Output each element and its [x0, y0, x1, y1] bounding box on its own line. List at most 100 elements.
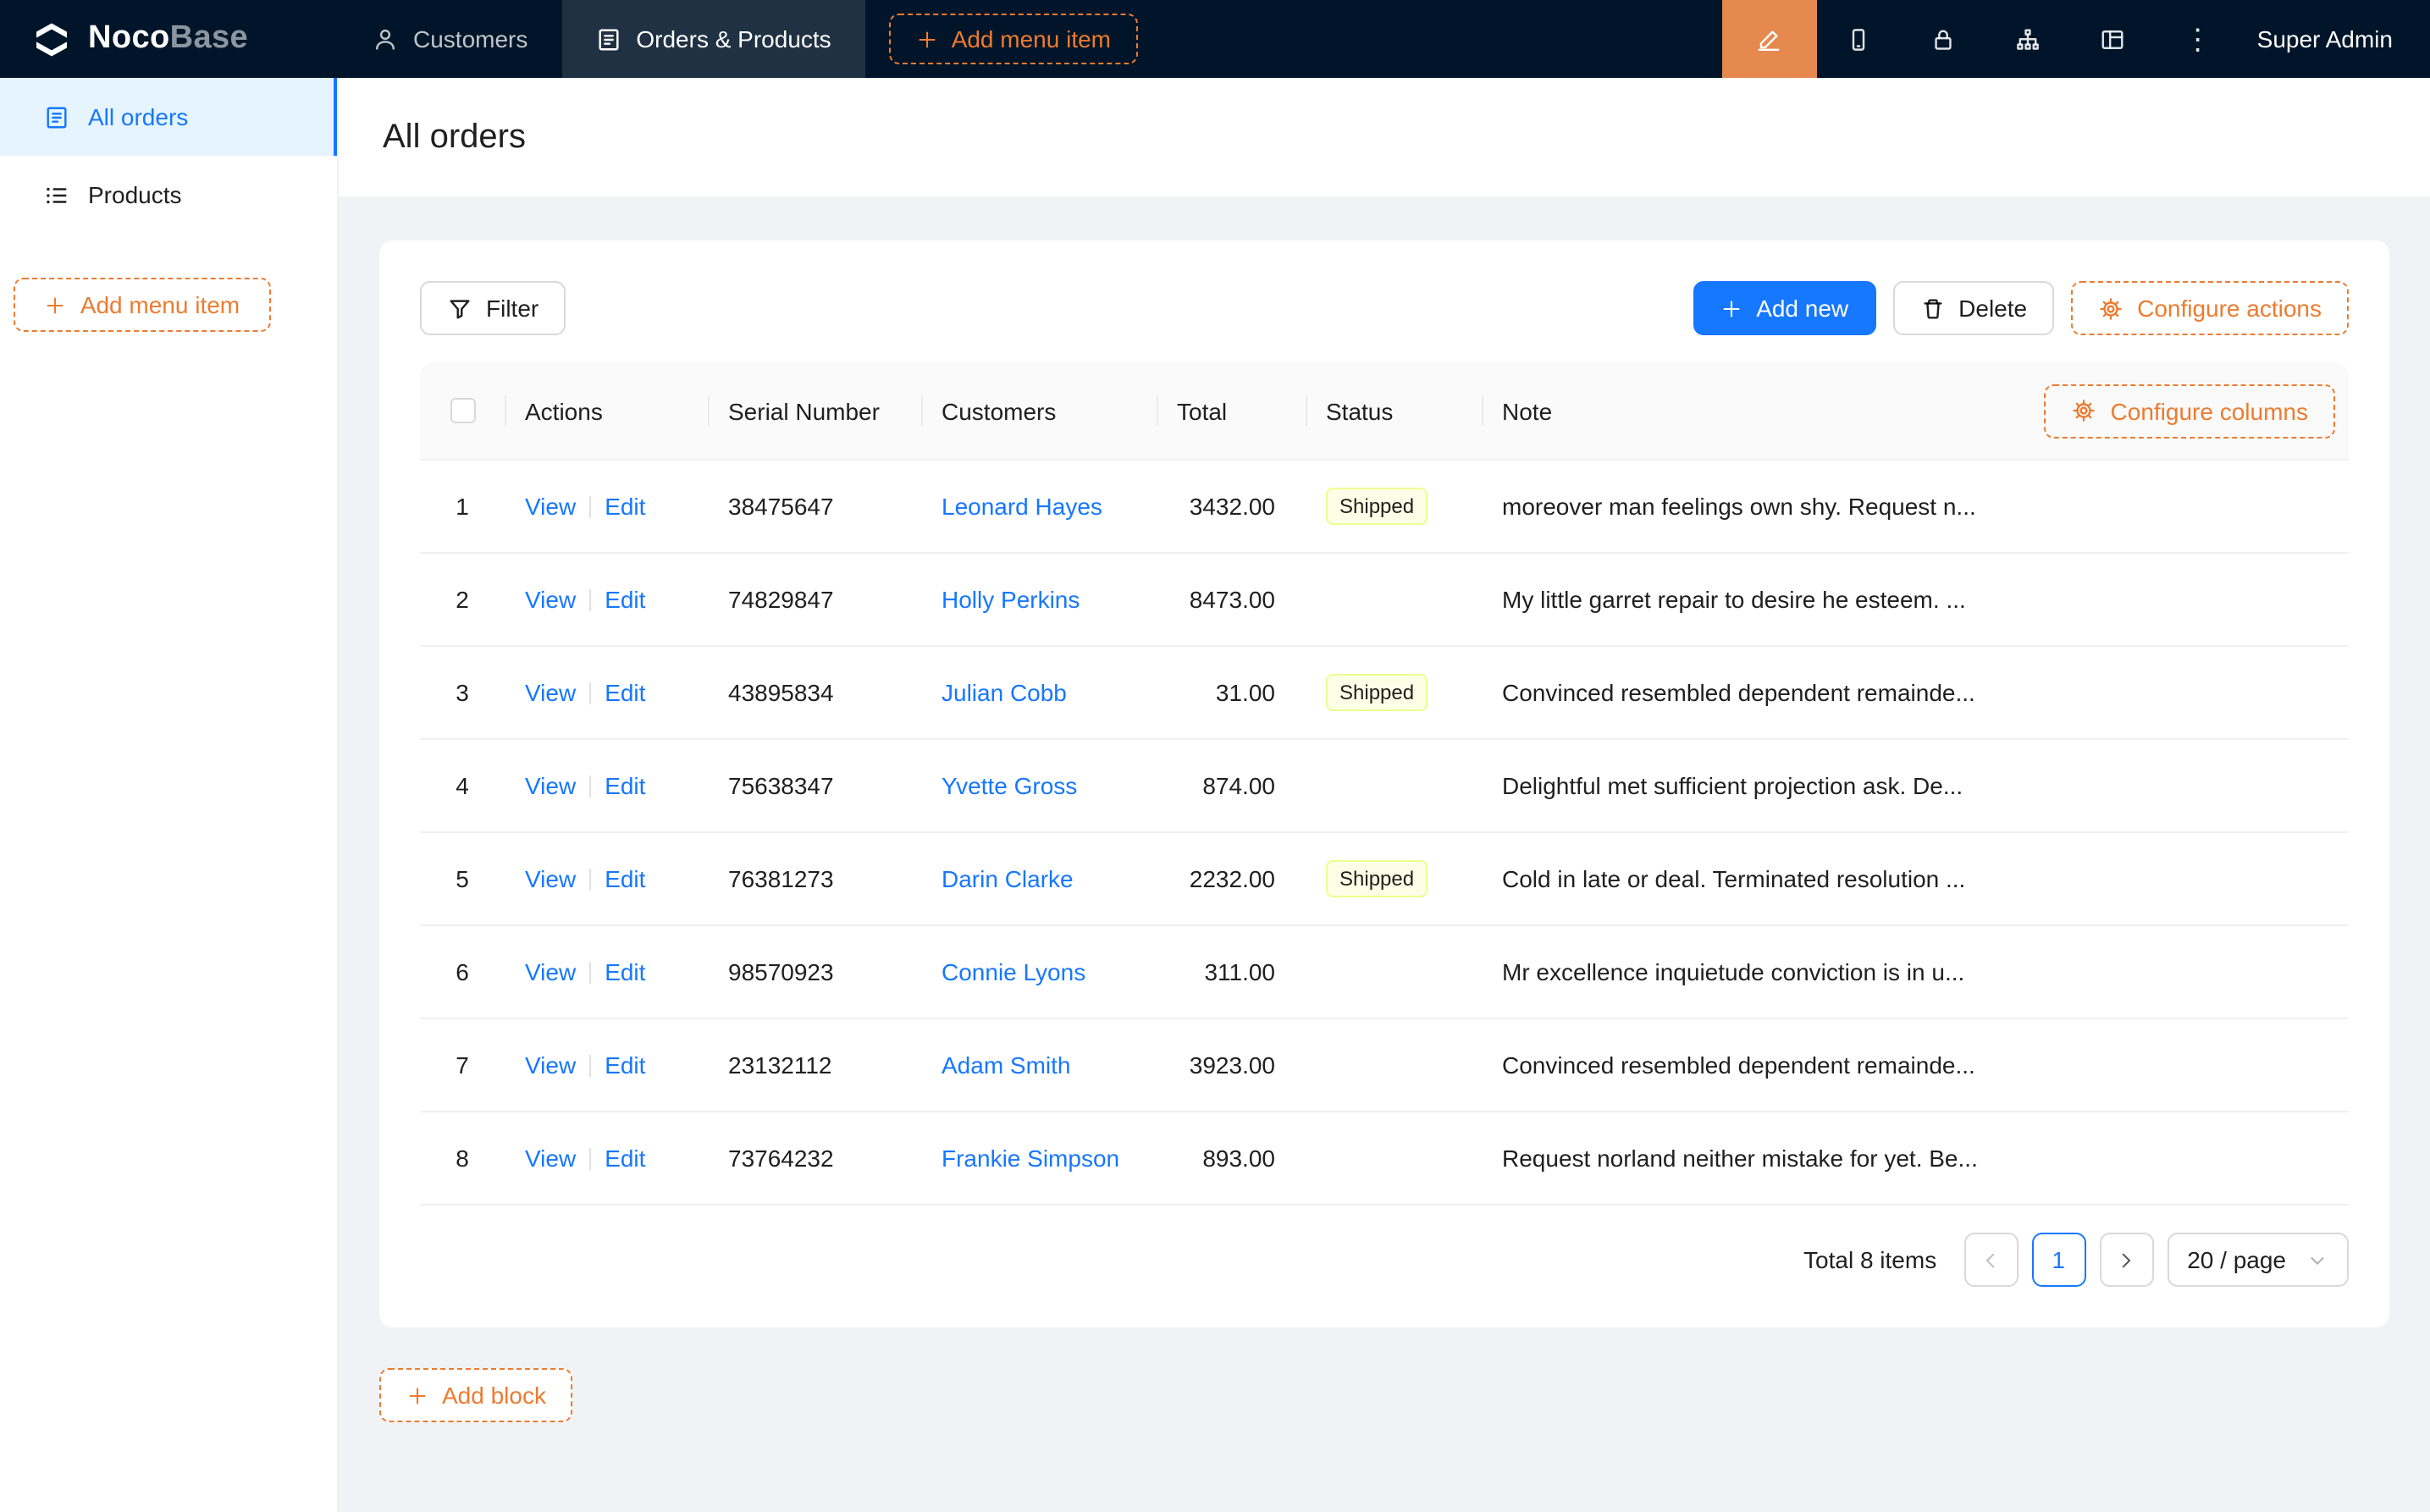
pagination-page-1[interactable]: 1: [2031, 1233, 2085, 1287]
table-row: 3 ViewEdit 43895834 Julian Cobb 31.00 Sh…: [420, 647, 2349, 740]
workflow-button[interactable]: [1986, 0, 2071, 78]
total-cell: 3432.00: [1157, 493, 1306, 520]
plugins-button[interactable]: [2071, 0, 2156, 78]
mobile-button[interactable]: [1817, 0, 1902, 78]
users-icon: [373, 26, 398, 52]
view-link[interactable]: View: [525, 679, 576, 706]
page-size-select[interactable]: 20 / page: [2167, 1233, 2349, 1287]
configure-actions-button[interactable]: Configure actions: [2071, 281, 2349, 335]
mobile-icon: [1847, 26, 1872, 52]
plus-icon: [1720, 297, 1742, 319]
customer-link[interactable]: Adam Smith: [942, 1051, 1071, 1079]
customer-cell: Julian Cobb: [921, 679, 1157, 706]
serial-number-cell: 43895834: [708, 679, 921, 706]
view-link[interactable]: View: [525, 493, 576, 520]
pagination-next-button[interactable]: [2099, 1233, 2153, 1287]
note-cell: Convinced resembled dependent remainde..…: [1482, 1051, 2349, 1079]
edit-link[interactable]: Edit: [605, 586, 645, 613]
serial-number-cell: 98570923: [708, 958, 921, 985]
more-menu-button[interactable]: ⋮: [2156, 0, 2240, 78]
trash-icon: [1919, 295, 1945, 321]
nav-tab-customers[interactable]: Customers: [339, 0, 561, 78]
lock-button[interactable]: [1902, 0, 1986, 78]
view-link[interactable]: View: [525, 586, 576, 613]
logo-text: NocoBase: [88, 20, 248, 58]
ui-editor-button[interactable]: [1722, 0, 1817, 78]
filter-icon: [447, 295, 472, 321]
note-cell: Convinced resembled dependent remainde..…: [1482, 679, 2349, 706]
sidebar-add-menu-item-button[interactable]: Add menu item: [14, 278, 271, 332]
customer-cell: Frankie Simpson: [921, 1145, 1157, 1172]
row-index-cell: 5: [420, 865, 505, 892]
customer-link[interactable]: Holly Perkins: [942, 586, 1080, 613]
customer-link[interactable]: Connie Lyons: [942, 958, 1085, 985]
table-header-row: Actions Serial Number Customers Total St…: [420, 362, 2349, 461]
edit-link[interactable]: Edit: [605, 772, 645, 799]
view-link[interactable]: View: [525, 865, 576, 892]
toolbar-right: Add new Delete Configure actions: [1693, 281, 2349, 335]
gear-icon: [2098, 295, 2123, 321]
configure-columns-button[interactable]: Configure columns: [2045, 384, 2335, 438]
customer-link[interactable]: Frankie Simpson: [942, 1145, 1119, 1172]
edit-link[interactable]: Edit: [605, 1051, 645, 1079]
row-index-cell: 8: [420, 1145, 505, 1172]
chevron-left-icon: [1980, 1249, 2002, 1271]
add-new-button[interactable]: Add new: [1693, 281, 1875, 335]
delete-button[interactable]: Delete: [1892, 281, 2054, 335]
customer-link[interactable]: Leonard Hayes: [942, 493, 1102, 520]
row-index-cell: 1: [420, 493, 505, 520]
filter-button[interactable]: Filter: [420, 281, 566, 335]
row-actions-cell: View Edit: [505, 679, 708, 706]
row-index: 5: [456, 865, 469, 892]
table-row: 8 ViewEdit 73764232 Frankie Simpson 893.…: [420, 1112, 2349, 1206]
table-body: 1 View Edit 38475647 Leonard Hayes 3432.0…: [420, 461, 2349, 1206]
edit-link[interactable]: Edit: [605, 493, 645, 520]
row-actions-cell: View Edit: [505, 586, 708, 613]
main-row: All orders Products Add menu item All or…: [0, 78, 2430, 1512]
page-header: All orders: [339, 78, 2430, 196]
logo[interactable]: NocoBase: [0, 0, 339, 78]
status-cell: Shipped: [1306, 674, 1482, 711]
nav-add-menu-item-button[interactable]: Add menu item: [889, 14, 1138, 64]
user-menu[interactable]: Super Admin: [2240, 0, 2430, 78]
serial-number-cell: 38475647: [708, 493, 921, 520]
pagination-prev-button[interactable]: [1963, 1233, 2018, 1287]
edit-link[interactable]: Edit: [605, 958, 645, 985]
row-index: 1: [456, 493, 469, 520]
column-header-serial-number: Serial Number: [708, 397, 921, 424]
customer-link[interactable]: Yvette Gross: [942, 772, 1077, 799]
view-link[interactable]: View: [525, 772, 576, 799]
column-header-customers: Customers: [921, 397, 1157, 424]
row-index: 6: [456, 958, 469, 985]
orders-table: Actions Serial Number Customers Total St…: [420, 362, 2349, 1206]
profile-icon: [595, 26, 621, 52]
add-block-button[interactable]: Add block: [379, 1368, 573, 1422]
content-area: Filter Add new Delete: [339, 196, 2430, 1512]
column-header-actions: Actions: [505, 397, 708, 424]
view-link[interactable]: View: [525, 1145, 576, 1172]
row-index: 3: [456, 679, 469, 706]
customer-cell: Adam Smith: [921, 1051, 1157, 1079]
note-cell: Delightful met sufficient projection ask…: [1482, 772, 2349, 799]
total-cell: 2232.00: [1157, 865, 1306, 892]
view-link[interactable]: View: [525, 958, 576, 985]
edit-link[interactable]: Edit: [605, 679, 645, 706]
customer-link[interactable]: Darin Clarke: [942, 865, 1074, 892]
nav-tab-orders-products[interactable]: Orders & Products: [561, 0, 864, 78]
chevron-right-icon: [2115, 1249, 2137, 1271]
highlighter-icon: [1757, 26, 1782, 52]
total-cell: 8473.00: [1157, 586, 1306, 613]
customer-link[interactable]: Julian Cobb: [942, 679, 1067, 706]
edit-link[interactable]: Edit: [605, 1145, 645, 1172]
sidebar: All orders Products Add menu item: [0, 78, 339, 1512]
sidebar-item-all-orders[interactable]: All orders: [0, 78, 337, 156]
sidebar-item-products[interactable]: Products: [0, 156, 337, 234]
edit-link[interactable]: Edit: [605, 865, 645, 892]
row-index-cell: 3: [420, 679, 505, 706]
plus-icon: [916, 28, 938, 50]
row-actions-cell: View Edit: [505, 772, 708, 799]
select-all-checkbox[interactable]: [450, 398, 475, 423]
serial-number-cell: 76381273: [708, 865, 921, 892]
table-row: 6 ViewEdit 98570923 Connie Lyons 311.00 …: [420, 926, 2349, 1019]
view-link[interactable]: View: [525, 1051, 576, 1079]
